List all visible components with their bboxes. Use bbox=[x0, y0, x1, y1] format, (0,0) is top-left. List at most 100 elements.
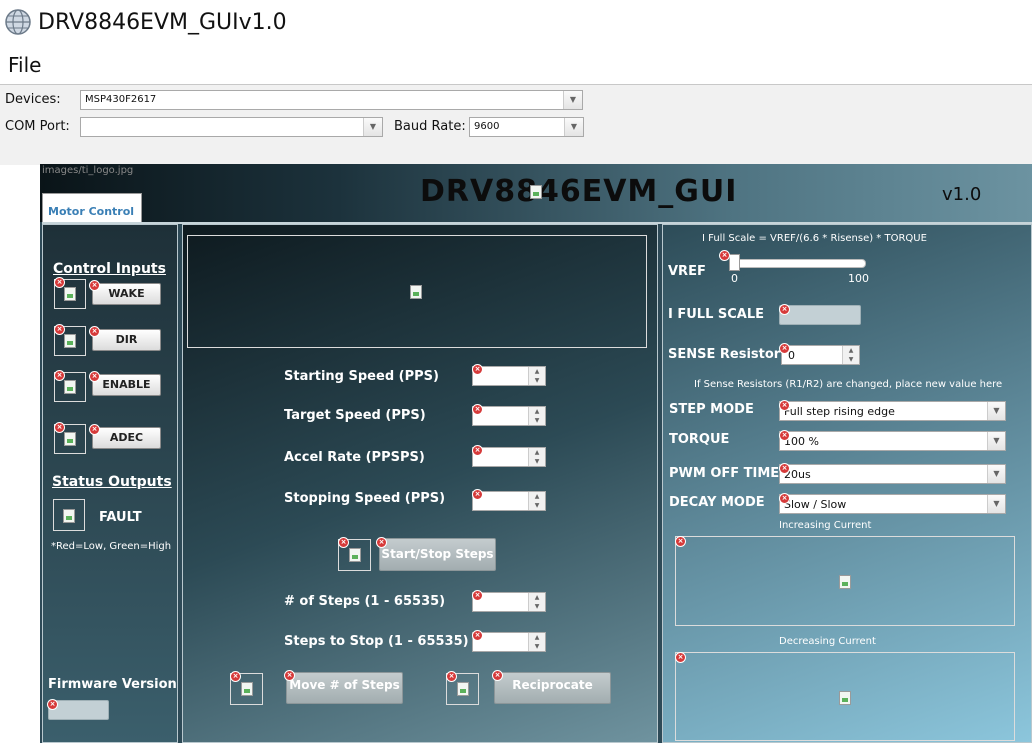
target-speed-input[interactable]: ▲ ▼ bbox=[472, 406, 546, 426]
error-x-icon: × bbox=[779, 343, 790, 354]
globe-icon bbox=[5, 9, 31, 35]
error-x-icon: × bbox=[376, 537, 387, 548]
chevron-down-icon: ▼ bbox=[987, 402, 1005, 420]
vref-max: 100 bbox=[848, 272, 869, 285]
wake-button[interactable]: WAKE bbox=[92, 283, 161, 305]
menu-file[interactable]: File bbox=[8, 53, 41, 77]
error-x-icon: × bbox=[338, 537, 349, 548]
error-x-icon: × bbox=[89, 371, 100, 382]
vref-min: 0 bbox=[731, 272, 738, 285]
stopping-speed-label: Stopping Speed (PPS) bbox=[284, 491, 446, 506]
error-x-icon: × bbox=[779, 463, 790, 474]
step-mode-select[interactable]: Full step rising edge ▼ bbox=[779, 401, 1006, 421]
pwm-off-time-label: PWM OFF TIME bbox=[669, 466, 780, 481]
decay-mode-select[interactable]: Slow / Slow ▼ bbox=[779, 494, 1006, 514]
broken-image-icon bbox=[64, 380, 76, 394]
status-outputs-heading: Status Outputs bbox=[52, 474, 172, 490]
starting-speed-label: Starting Speed (PPS) bbox=[284, 369, 439, 384]
error-x-icon: × bbox=[779, 400, 790, 411]
broken-image-icon bbox=[410, 285, 422, 299]
pwm-off-time-select[interactable]: 20us ▼ bbox=[779, 464, 1006, 484]
error-x-icon: × bbox=[472, 630, 483, 641]
steps-to-stop-input[interactable]: ▲ ▼ bbox=[472, 632, 546, 652]
error-x-icon: × bbox=[779, 430, 790, 441]
move-steps-button[interactable]: Move # of Steps bbox=[286, 672, 403, 704]
chevron-down-icon: ▼ bbox=[987, 465, 1005, 483]
devices-label: Devices: bbox=[5, 92, 61, 107]
error-x-icon: × bbox=[675, 536, 686, 547]
enable-button[interactable]: ENABLE bbox=[92, 374, 161, 396]
error-x-icon: × bbox=[284, 670, 295, 681]
i-full-scale-field bbox=[779, 305, 861, 325]
broken-image-icon bbox=[349, 548, 361, 562]
error-x-icon: × bbox=[47, 699, 58, 710]
error-x-icon: × bbox=[719, 250, 730, 261]
error-x-icon: × bbox=[779, 493, 790, 504]
adec-button[interactable]: ADEC bbox=[92, 427, 161, 449]
num-steps-input[interactable]: ▲ ▼ bbox=[472, 592, 546, 612]
steps-to-stop-label: Steps to Stop (1 - 65535) bbox=[284, 634, 469, 649]
accel-rate-label: Accel Rate (PPSPS) bbox=[284, 450, 425, 465]
error-x-icon: × bbox=[446, 671, 457, 682]
torque-select[interactable]: 100 % ▼ bbox=[779, 431, 1006, 451]
devices-value: MSP430F2617 bbox=[85, 94, 157, 105]
error-x-icon: × bbox=[779, 304, 790, 315]
error-x-icon: × bbox=[472, 364, 483, 375]
decay-mode-label: DECAY MODE bbox=[669, 495, 765, 510]
sense-resistor-input[interactable]: 0 ▲ ▼ bbox=[781, 345, 860, 365]
dir-button[interactable]: DIR bbox=[92, 329, 161, 351]
broken-image-icon bbox=[457, 682, 469, 696]
start-stop-steps-button[interactable]: Start/Stop Steps bbox=[379, 538, 496, 571]
chevron-down-icon: ▼ bbox=[563, 91, 582, 109]
baud-rate-label: Baud Rate: bbox=[394, 119, 466, 134]
broken-image-icon bbox=[839, 575, 851, 589]
starting-speed-input[interactable]: ▲ ▼ bbox=[472, 366, 546, 386]
full-scale-formula: I Full Scale = VREF/(6.6 * Risense) * TO… bbox=[702, 233, 927, 244]
broken-image-icon bbox=[64, 287, 76, 301]
baud-rate-value: 9600 bbox=[474, 121, 500, 132]
com-port-label: COM Port: bbox=[5, 119, 70, 134]
error-x-icon: × bbox=[472, 590, 483, 601]
devices-select[interactable]: MSP430F2617 ▼ bbox=[80, 90, 583, 110]
broken-image-icon bbox=[63, 509, 75, 523]
gui-title: DRV8846EVM_GUI bbox=[420, 174, 738, 209]
broken-image-icon bbox=[64, 432, 76, 446]
chevron-down-icon: ▼ bbox=[363, 118, 382, 136]
vref-slider-thumb[interactable] bbox=[729, 254, 740, 271]
chevron-down-icon: ▼ bbox=[987, 432, 1005, 450]
sense-resistor-label: SENSE Resistor bbox=[668, 347, 781, 362]
increasing-current-label: Increasing Current bbox=[779, 520, 872, 531]
vref-label: VREF bbox=[668, 264, 706, 279]
error-x-icon: × bbox=[472, 489, 483, 500]
target-speed-label: Target Speed (PPS) bbox=[284, 408, 426, 423]
error-x-icon: × bbox=[492, 670, 503, 681]
logo-broken-image: images/ti_logo.jpg bbox=[42, 165, 134, 176]
baud-rate-select[interactable]: 9600 ▼ bbox=[469, 117, 584, 137]
step-mode-value: Full step rising edge bbox=[784, 405, 895, 418]
step-mode-label: STEP MODE bbox=[669, 402, 754, 417]
i-full-scale-label: I FULL SCALE bbox=[668, 307, 765, 322]
chevron-down-icon: ▼ bbox=[564, 118, 583, 136]
com-port-select[interactable]: ▼ bbox=[80, 117, 383, 137]
error-x-icon: × bbox=[472, 404, 483, 415]
stopping-speed-input[interactable]: ▲ ▼ bbox=[472, 491, 546, 511]
accel-rate-input[interactable]: ▲ ▼ bbox=[472, 447, 546, 467]
broken-image-icon bbox=[64, 334, 76, 348]
error-x-icon: × bbox=[89, 424, 100, 435]
torque-label: TORQUE bbox=[669, 432, 730, 447]
tab-label: Motor Control bbox=[48, 205, 135, 218]
error-x-icon: × bbox=[472, 445, 483, 456]
decay-mode-value: Slow / Slow bbox=[784, 498, 847, 511]
fault-label: FAULT bbox=[99, 510, 142, 525]
reciprocate-button[interactable]: Reciprocate bbox=[494, 672, 611, 704]
sense-resistor-note: If Sense Resistors (R1/R2) are changed, … bbox=[694, 379, 1003, 390]
broken-image-icon bbox=[530, 185, 542, 199]
decreasing-current-label: Decreasing Current bbox=[779, 636, 876, 647]
chevron-down-icon: ▼ bbox=[987, 495, 1005, 513]
broken-image-icon bbox=[241, 682, 253, 696]
vref-slider-track[interactable] bbox=[734, 259, 866, 268]
num-steps-label: # of Steps (1 - 65535) bbox=[284, 594, 446, 609]
control-inputs-heading: Control Inputs bbox=[53, 261, 166, 277]
error-x-icon: × bbox=[230, 671, 241, 682]
tab-motor-control[interactable]: Motor Control bbox=[42, 193, 142, 222]
